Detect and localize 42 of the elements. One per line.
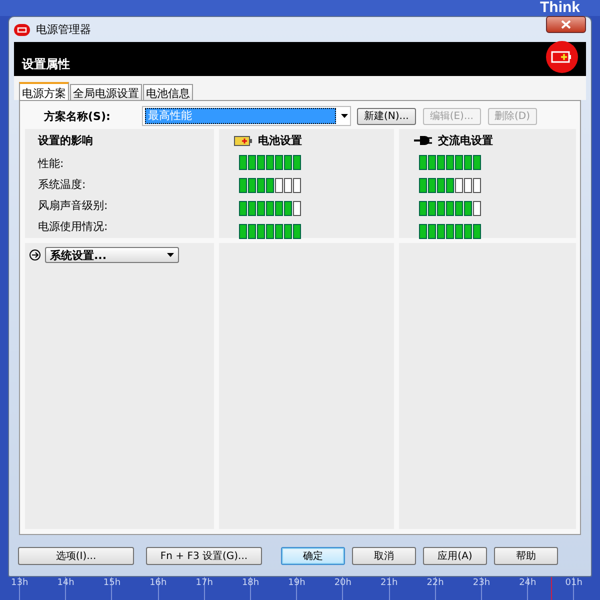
hour-label: 23h [472,577,490,590]
impact-title: 设置的影响 [38,133,94,148]
dialog-button[interactable]: 确定 [281,547,345,565]
close-icon [561,20,571,29]
system-settings-dropdown[interactable]: 系统设置... [45,247,179,263]
setting-label: 性能: [38,156,65,169]
logo-text: Think [540,0,580,16]
hour-label: 01h [565,577,582,590]
hour-label: 20h [334,577,352,590]
plug-icon [414,135,432,146]
setting-label: 风扇声音级别: [38,198,109,211]
hour-label: 22h [426,577,444,590]
arrow-circle-icon [29,249,41,261]
settings-title: 交流电设置 [438,133,493,148]
setting-label: 系统温度: [38,177,87,190]
window-title: 电源管理器 [36,22,91,37]
hour-label: 16h [150,577,167,590]
dialog-button[interactable]: 帮助 [494,547,558,565]
dialog-button[interactable]: 选项(I)... [18,547,134,565]
hour-label: 19h [288,577,306,590]
caret-icon [167,253,174,257]
hour-label: 24h [519,577,536,590]
app-icon [14,24,30,36]
hour-label: 14h [57,577,74,590]
battery-icon [234,135,252,146]
hour-label: 13h [11,577,28,590]
hour-label: 15h [103,577,121,590]
settings-title: 电池设置 [258,133,302,148]
battery-icon [546,41,578,73]
dialog-button[interactable]: 应用(A) [423,547,487,565]
caret-icon [341,114,348,118]
tab[interactable]: 电源方案 [19,82,69,102]
hour-label: 21h [380,577,398,590]
header-title: 设置属性 [22,56,70,72]
setting-label: 电源使用情况: [38,219,109,232]
dialog-button[interactable]: 取消 [352,547,416,565]
scheme-label: 方案名称(S): [42,108,112,124]
hour-label: 18h [242,577,260,590]
scheme-button[interactable]: 新建(N)... [357,108,416,124]
close-button[interactable] [546,16,586,33]
hour-label: 17h [196,577,213,590]
dialog-button[interactable]: Fn + F3 设置(G)... [146,547,262,565]
